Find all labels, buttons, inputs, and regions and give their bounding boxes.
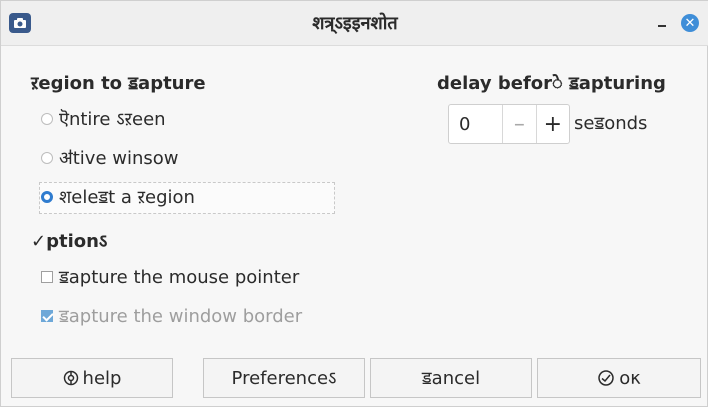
radio-indicator-checked [41,191,53,203]
radio-entire-screen[interactable]: ऎntire ऽऱeen [41,104,166,134]
minus-icon: – [513,111,525,137]
ok-label: oκ [619,367,641,389]
cancel-button[interactable]: ॾancel [370,358,532,398]
ok-button[interactable]: oκ [537,358,701,398]
checkbox-label: ॾapture the mouse pointer [59,267,300,288]
radio-select-region[interactable]: शeleॾt a ऱegion [41,182,195,212]
help-button[interactable]: help [11,358,173,398]
decrement-button[interactable]: – [502,105,535,143]
close-icon: ✕ [684,15,696,31]
minimize-button[interactable] [653,13,671,31]
radio-active-window[interactable]: ॳtive winsow [41,143,179,173]
checkbox-indicator [41,271,53,283]
delay-spinner[interactable]: 0 – + [448,104,570,144]
help-icon [63,370,83,386]
preferences-label: Preferenceऽ [231,368,337,389]
delay-heading: delay beforे ॾapturing [437,73,666,94]
checkbox-indicator-checked [41,310,53,322]
radio-label: शeleॾt a ऱegion [59,187,195,208]
screenshot-window: शत्र्ऽइइनशोत ✕ ऱegion to ॾapture ऎntire … [0,0,708,407]
minimize-icon [658,25,666,27]
button-row: help Preferenceऽ ॾancel oκ [11,358,701,398]
checkbox-capture-border[interactable]: ॾapture the window border [41,301,302,331]
help-label: help [82,367,122,389]
checkbox-capture-pointer[interactable]: ॾapture the mouse pointer [41,262,299,292]
increment-button[interactable]: + [535,105,569,143]
window-title: शत्र्ऽइइनशोत [312,13,398,34]
options-heading: ✓ptionऽ [31,231,108,252]
delay-unit: seॾonds [574,113,648,134]
radio-label: ऎntire ऽऱeen [59,109,166,130]
delay-value[interactable]: 0 [449,105,502,143]
region-heading: ऱegion to ॾapture [31,73,206,94]
radio-indicator [41,113,53,125]
radio-label: ॳtive winsow [59,148,179,169]
preferences-button[interactable]: Preferenceऽ [203,358,365,398]
check-icon [597,369,619,387]
radio-indicator [41,152,53,164]
checkbox-label: ॾapture the window border [59,306,303,327]
cancel-label: ॾancel [421,368,481,389]
close-button[interactable]: ✕ [681,14,699,32]
titlebar: शत्र्ऽइइनशोत ✕ [1,1,708,46]
plus-icon: + [543,111,563,137]
